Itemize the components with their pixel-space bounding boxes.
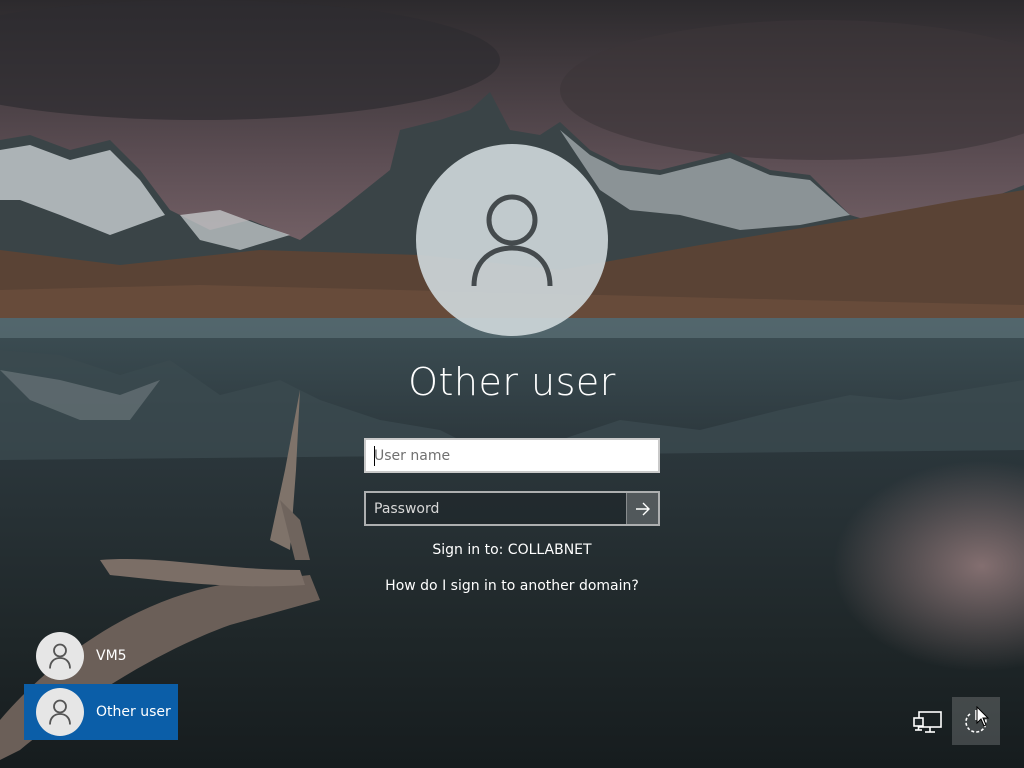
- user-icon: [49, 699, 71, 725]
- user-tile-avatar: [36, 632, 84, 680]
- user-tile-avatar: [36, 688, 84, 736]
- text-caret: [374, 446, 375, 466]
- user-icon: [49, 643, 71, 669]
- arrow-right-icon: [635, 502, 650, 515]
- user-tile-other-user[interactable]: Other user: [24, 684, 178, 740]
- user-icon: [471, 194, 553, 287]
- network-button[interactable]: [904, 697, 952, 745]
- sign-in-domain-text: Sign in to: COLLABNET: [432, 542, 592, 558]
- password-field-container: [364, 491, 660, 526]
- other-domain-help-link[interactable]: How do I sign in to another domain?: [312, 578, 712, 594]
- network-icon: [913, 711, 942, 733]
- password-input[interactable]: [366, 493, 626, 524]
- submit-button[interactable]: [626, 493, 658, 524]
- mouse-cursor-icon: [976, 706, 990, 727]
- username-input[interactable]: [364, 438, 660, 473]
- user-tile-vm5[interactable]: VM5: [24, 628, 178, 684]
- selected-user-avatar: [416, 144, 608, 336]
- user-tile-label: VM5: [96, 648, 127, 664]
- lock-screen: Other user Sign in to: COLLABNET How do …: [0, 0, 1024, 768]
- selected-user-name: Other user: [408, 360, 616, 404]
- user-tile-label: Other user: [96, 704, 171, 720]
